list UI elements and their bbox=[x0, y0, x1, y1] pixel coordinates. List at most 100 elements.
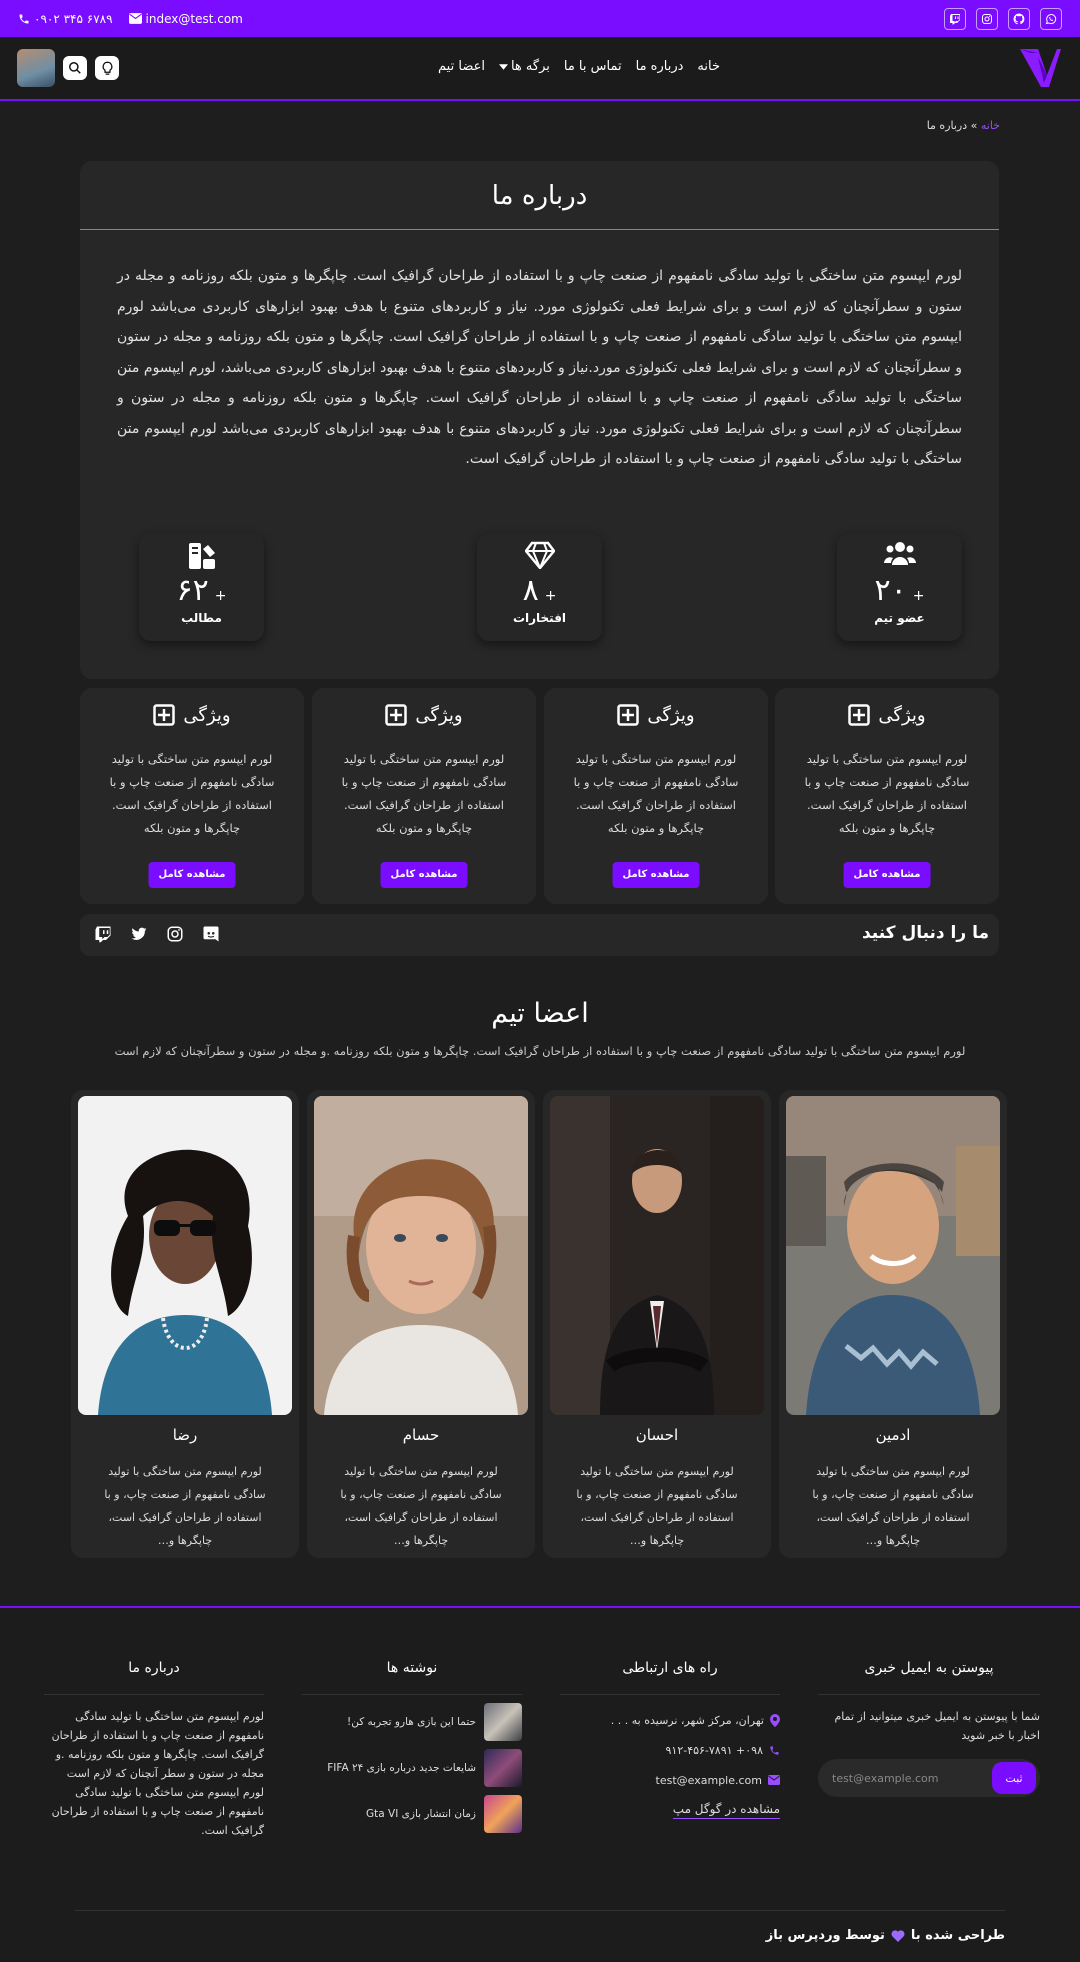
newsletter-form: test@example.com ثبت bbox=[818, 1759, 1040, 1797]
main-nav: خانه درباره ما تماس با ما برگه ها اعضا ت… bbox=[0, 37, 1080, 101]
top-contact: ۰۹۰۲ ۳۴۵ ۶۷۸۹ index@test.com bbox=[18, 12, 243, 26]
contact-map-link[interactable]: مشاهده در گوگل مپ bbox=[560, 1795, 780, 1825]
view-more-button[interactable]: مشاهده کامل bbox=[843, 862, 931, 888]
site-footer: پیوستن به ایمیل خبری شما با پیوستن به ای… bbox=[0, 1606, 1080, 1962]
feature-text: لورم ایپسوم متن ساختگی با تولید سادگی نا… bbox=[341, 752, 507, 835]
newsletter-text: شما با پیوستن به ایمیل خبری میتوانید از … bbox=[834, 1710, 1040, 1742]
view-more-button[interactable]: مشاهده کامل bbox=[380, 862, 468, 888]
nav-item-pages[interactable]: برگه ها bbox=[498, 59, 550, 74]
credit-text-after[interactable]: توسط وردپرس باز bbox=[766, 1928, 885, 1943]
nav-item-team[interactable]: اعضا تیم bbox=[438, 59, 485, 74]
lightbulb-icon bbox=[102, 61, 112, 75]
post-thumbnail bbox=[484, 1703, 522, 1741]
post-item[interactable]: حتما این بازی هارو تجربه کن! bbox=[302, 1703, 522, 1741]
member-name: احسان bbox=[635, 1426, 679, 1444]
plus-square-icon bbox=[385, 704, 408, 726]
top-socials bbox=[944, 7, 1062, 30]
plus-square-icon bbox=[617, 704, 640, 726]
member-photo bbox=[550, 1096, 764, 1415]
view-more-button[interactable]: مشاهده کامل bbox=[612, 862, 700, 888]
stat-label: افتخارات bbox=[512, 611, 567, 625]
view-more-button[interactable]: مشاهده کامل bbox=[148, 862, 236, 888]
newsletter-submit-button[interactable]: ثبت bbox=[992, 1762, 1036, 1794]
envelope-icon bbox=[128, 13, 142, 24]
post-item[interactable]: شایعات جدید درباره بازی FIFA ۲۴ bbox=[302, 1749, 522, 1787]
discord-icon[interactable] bbox=[202, 925, 220, 943]
feature-card: ویژگی لورم ایپسوم متن ساختگی با تولید سا… bbox=[544, 688, 768, 904]
stat-label: مطالب bbox=[181, 611, 222, 625]
feature-text: لورم ایپسوم متن ساختگی با تولید سادگی نا… bbox=[573, 752, 739, 835]
plus-square-icon bbox=[153, 704, 176, 726]
heart-icon bbox=[891, 1929, 905, 1942]
stat-value-plus: + bbox=[912, 588, 925, 604]
site-logo[interactable] bbox=[1016, 43, 1064, 93]
whatsapp-icon[interactable] bbox=[1040, 7, 1062, 30]
breadcrumb-separator: » bbox=[970, 119, 978, 132]
nav-item-home[interactable]: خانه bbox=[697, 59, 720, 74]
contact-map-text: مشاهده در گوگل مپ bbox=[672, 1802, 780, 1819]
post-item[interactable]: زمان انتشار بازی Gta VI bbox=[302, 1795, 522, 1833]
articles-icon bbox=[139, 541, 264, 571]
user-avatar[interactable] bbox=[17, 49, 55, 87]
top-phone[interactable]: ۰۹۰۲ ۳۴۵ ۶۷۸۹ bbox=[18, 12, 113, 26]
post-title: شایعات جدید درباره بازی FIFA ۲۴ bbox=[327, 1762, 476, 1774]
team-member-card[interactable]: رضا لورم ایپسوم متن ساختگی با تولید سادگ… bbox=[71, 1090, 299, 1558]
breadcrumb-home[interactable]: خانه bbox=[981, 119, 1000, 132]
team-title: اعضا تیم bbox=[491, 998, 589, 1029]
feature-title: ویژگی bbox=[775, 704, 999, 726]
stat-value-number: ۲۰ bbox=[874, 573, 907, 608]
post-title: زمان انتشار بازی Gta VI bbox=[366, 1808, 476, 1820]
post-thumbnail bbox=[484, 1749, 522, 1787]
member-bio: لورم ایپسوم متن ساختگی با تولید سادگی نا… bbox=[340, 1465, 502, 1547]
stat-value-plus: + bbox=[544, 588, 557, 604]
stat-value: ۲۰ + bbox=[837, 573, 962, 608]
top-email[interactable]: index@test.com bbox=[128, 11, 243, 26]
follow-icons bbox=[94, 925, 220, 943]
top-phone-text: ۰۹۰۲ ۳۴۵ ۶۷۸۹ bbox=[34, 11, 113, 26]
plus-square-icon bbox=[848, 704, 871, 726]
stat-value-number: ۸ bbox=[522, 573, 539, 608]
follow-bar: ما را دنبال کنید bbox=[80, 914, 999, 956]
stat-label: عضو تیم bbox=[874, 611, 925, 625]
member-photo bbox=[314, 1096, 528, 1415]
footer-newsletter: پیوستن به ایمیل خبری شما با پیوستن به ای… bbox=[818, 1660, 1040, 1797]
twitter-icon[interactable] bbox=[130, 925, 148, 943]
contact-phone[interactable]: ۰۹۸+ ۹۱۲-۴۵۶-۷۸۹۱ bbox=[560, 1735, 780, 1765]
github-icon[interactable] bbox=[1008, 7, 1030, 30]
stat-articles: ۶۲ + مطالب bbox=[139, 533, 264, 641]
instagram-icon[interactable] bbox=[976, 7, 998, 30]
contact-address-text: تهران، مرکز شهر، نرسیده به . . . bbox=[610, 1713, 764, 1727]
stat-value-number: ۶۲ bbox=[176, 573, 209, 608]
caret-down-icon bbox=[498, 63, 508, 70]
breadcrumb: خانه » درباره ما bbox=[927, 119, 1000, 132]
feature-title: ویژگی bbox=[80, 704, 304, 726]
theme-toggle-button[interactable] bbox=[95, 56, 119, 80]
nav-item-about[interactable]: درباره ما bbox=[636, 59, 684, 74]
team-member-card[interactable]: حسام لورم ایپسوم متن ساختگی با تولید ساد… bbox=[307, 1090, 535, 1558]
post-title: حتما این بازی هارو تجربه کن! bbox=[347, 1716, 476, 1728]
follow-title: ما را دنبال کنید bbox=[861, 923, 989, 943]
team-member-card[interactable]: ادمین لورم ایپسوم متن ساختگی با تولید سا… bbox=[779, 1090, 1007, 1558]
top-bar: ۰۹۰۲ ۳۴۵ ۶۷۸۹ index@test.com bbox=[0, 0, 1080, 37]
instagram-icon[interactable] bbox=[166, 925, 184, 943]
search-button[interactable] bbox=[63, 56, 87, 80]
team-subtitle: لورم ایپسوم متن ساختگی با تولید سادگی نا… bbox=[114, 1044, 966, 1058]
member-name: ادمین bbox=[875, 1426, 911, 1444]
nav-item-contact[interactable]: تماس با ما bbox=[564, 59, 622, 74]
posts-list: حتما این بازی هارو تجربه کن! شایعات جدید… bbox=[302, 1703, 522, 1833]
member-name: رضا bbox=[172, 1426, 198, 1444]
contact-email[interactable]: test@example.com bbox=[560, 1765, 780, 1795]
stat-value-plus: + bbox=[214, 588, 227, 604]
users-icon bbox=[837, 541, 962, 567]
twitch-icon[interactable] bbox=[94, 925, 112, 943]
member-name: حسام bbox=[402, 1426, 440, 1444]
twitch-icon[interactable] bbox=[944, 7, 966, 30]
contact-email-text: test@example.com bbox=[655, 1773, 762, 1787]
feature-title: ویژگی bbox=[544, 704, 768, 726]
top-email-text: index@test.com bbox=[145, 11, 243, 26]
newsletter-email-input[interactable]: test@example.com bbox=[818, 1759, 992, 1797]
feature-card: ویژگی لورم ایپسوم متن ساختگی با تولید سا… bbox=[312, 688, 536, 904]
member-bio: لورم ایپسوم متن ساختگی با تولید سادگی نا… bbox=[812, 1465, 974, 1547]
team-member-card[interactable]: احسان لورم ایپسوم متن ساختگی با تولید سا… bbox=[543, 1090, 771, 1558]
stat-value: ۶۲ + bbox=[139, 573, 264, 608]
